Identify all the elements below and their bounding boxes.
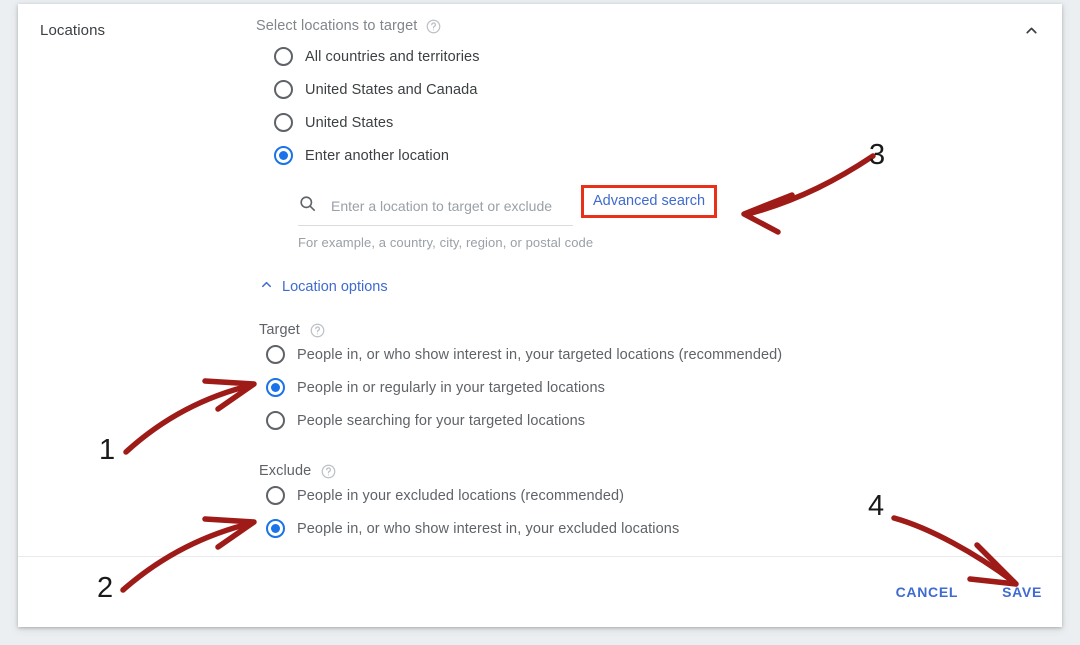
radio-indicator [274, 47, 293, 66]
exclude-option-presence[interactable]: People in your excluded locations (recom… [256, 479, 1002, 512]
cancel-button[interactable]: CANCEL [892, 578, 963, 606]
radio-indicator [274, 80, 293, 99]
select-locations-title: Select locations to target [256, 18, 418, 34]
target-option-search-interest[interactable]: People searching for your targeted locat… [256, 404, 1002, 437]
radio-indicator-selected [274, 146, 293, 165]
locations-settings-card: Locations Select locations to target All… [18, 4, 1062, 627]
location-options-toggle[interactable]: Location options [256, 277, 1002, 296]
radio-indicator [266, 411, 285, 430]
target-option-presence[interactable]: People in or regularly in your targeted … [256, 371, 1002, 404]
location-scope-option-enter-another[interactable]: Enter another location [256, 139, 1002, 172]
location-search-block: For example, a country, city, region, or… [256, 185, 1002, 250]
option-label: United States and Canada [305, 81, 478, 98]
radio-indicator-selected [266, 378, 285, 397]
page-title: Locations [40, 22, 106, 39]
search-input[interactable] [331, 198, 573, 214]
target-group-title: Target [259, 322, 300, 338]
search-icon [298, 194, 317, 218]
target-group: Target People in, or who show interest i… [256, 322, 1002, 437]
save-button[interactable]: SAVE [998, 578, 1046, 606]
option-label: People searching for your targeted locat… [297, 412, 586, 429]
search-hint: For example, a country, city, region, or… [298, 235, 594, 250]
collapse-section-button[interactable] [1014, 16, 1048, 50]
option-label: People in, or who show interest in, your… [297, 346, 783, 363]
target-group-title-row: Target [256, 322, 1002, 338]
location-scope-option-united-states[interactable]: United States [256, 106, 1002, 139]
location-options-label: Location options [282, 278, 388, 295]
help-circle-icon[interactable] [310, 323, 325, 338]
exclude-option-interest[interactable]: People in, or who show interest in, your… [256, 512, 1002, 545]
chevron-up-icon [1023, 22, 1040, 44]
option-label: United States [305, 114, 394, 131]
option-label: People in or regularly in your targeted … [297, 379, 605, 396]
target-option-interest[interactable]: People in, or who show interest in, your… [256, 338, 1002, 371]
help-circle-icon[interactable] [321, 464, 336, 479]
radio-indicator [274, 113, 293, 132]
radio-indicator [266, 345, 285, 364]
select-locations-title-row: Select locations to target [256, 18, 1002, 34]
exclude-group: Exclude People in your excluded location… [256, 463, 1002, 545]
option-label: People in, or who show interest in, your… [297, 520, 680, 537]
radio-indicator [266, 486, 285, 505]
card-body: Locations Select locations to target All… [18, 4, 1062, 557]
option-label: People in your excluded locations (recom… [297, 487, 625, 504]
location-scope-option-all-countries[interactable]: All countries and territories [256, 40, 1002, 73]
locations-content: Select locations to target All countries… [256, 18, 1002, 545]
card-footer: CANCEL SAVE [18, 556, 1062, 627]
exclude-group-title: Exclude [259, 463, 312, 479]
advanced-search-link[interactable]: Advanced search [581, 185, 718, 218]
location-scope-option-us-canada[interactable]: United States and Canada [256, 73, 1002, 106]
help-circle-icon[interactable] [426, 19, 441, 34]
option-label: All countries and territories [305, 48, 480, 65]
chevron-up-icon [259, 277, 274, 296]
radio-indicator-selected [266, 519, 285, 538]
option-label: Enter another location [305, 147, 450, 164]
exclude-group-title-row: Exclude [256, 463, 1002, 479]
location-search-field[interactable] [298, 194, 573, 226]
